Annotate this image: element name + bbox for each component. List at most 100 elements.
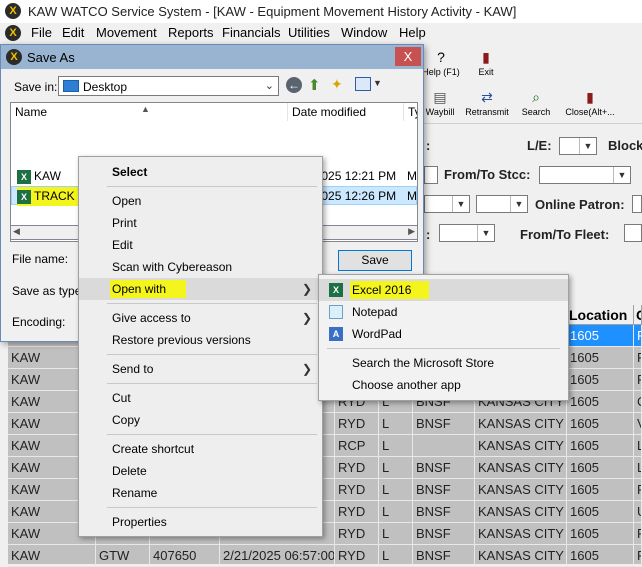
watco-dialog-icon: X (6, 49, 22, 65)
dialog-title: Save As (27, 50, 75, 65)
dialog-title-bar: X Save As X (1, 45, 423, 69)
menu-item-edit[interactable]: Edit (79, 234, 322, 256)
table-cell: F (634, 523, 642, 545)
scroll-right-icon[interactable]: ▶ (408, 226, 415, 237)
table-cell: 1605 (567, 457, 634, 479)
chevron-down-icon: ▼ (510, 196, 527, 212)
close-button[interactable]: ▮ Close(Alt+... (560, 89, 620, 117)
new-folder-icon[interactable]: ✦ (331, 76, 343, 93)
menu-item-print[interactable]: Print (79, 212, 322, 234)
from-to-stcc-combo[interactable]: ▼ (539, 166, 631, 184)
waybill-icon: ▤ (433, 89, 447, 105)
menu-reports[interactable]: Reports (168, 25, 214, 40)
menu-separator (327, 348, 560, 349)
watco-menu-icon[interactable]: X (5, 25, 21, 41)
save-in-value: Desktop (83, 80, 128, 94)
menu-item-rename[interactable]: Rename (79, 482, 322, 504)
close-door-icon: ▮ (586, 89, 594, 105)
chevron-down-icon: ▼ (579, 138, 596, 154)
exit-button[interactable]: ▮ Exit (468, 49, 504, 77)
table-cell: KANSAS CITY (475, 479, 567, 501)
save-button[interactable]: Save (338, 250, 412, 271)
menu-item-notepad[interactable]: Notepad (319, 301, 568, 323)
context-menu: Select Open Print Edit Scan with Cyberea… (78, 156, 323, 537)
table-cell: V (634, 413, 642, 435)
menu-window[interactable]: Window (341, 25, 387, 40)
menu-item-properties[interactable]: Properties (79, 511, 322, 533)
table-cell: RYD (335, 479, 379, 501)
column-type[interactable]: Ty (404, 103, 417, 121)
table-cell: BNSF (413, 523, 475, 545)
waybill-button[interactable]: ▤ Waybill (420, 89, 460, 117)
menu-item-copy[interactable]: Copy (79, 409, 322, 431)
menu-item-select[interactable]: Select (79, 161, 322, 183)
filter-combo-left-1[interactable] (424, 166, 438, 184)
filter-combo-left-3[interactable]: ▼ (439, 224, 495, 242)
from-to-fleet-label: From/To Fleet: (520, 227, 610, 242)
menu-edit[interactable]: Edit (62, 25, 84, 40)
menu-item-choose-another-app[interactable]: Choose another app (319, 374, 568, 396)
table-cell: F (634, 347, 642, 369)
menu-financials[interactable]: Financials (222, 25, 281, 40)
le-label: L/E: (527, 138, 552, 153)
block-label: Block (608, 138, 642, 153)
close-icon[interactable]: X (395, 47, 421, 66)
search-button[interactable]: ⌕ Search (517, 89, 555, 117)
menu-item-open[interactable]: Open (79, 190, 322, 212)
menu-item-open-with[interactable]: Open with ❯ (79, 278, 322, 300)
column-name[interactable]: Name ▲ (11, 103, 288, 121)
scroll-left-icon[interactable]: ◀ (13, 226, 20, 237)
table-cell: BNSF (413, 501, 475, 523)
table-cell: KANSAS CITY (475, 457, 567, 479)
menu-item-create-shortcut[interactable]: Create shortcut (79, 438, 322, 460)
save-in-combo[interactable]: Desktop ⌄ (58, 76, 279, 96)
chevron-right-icon: ❯ (301, 362, 312, 376)
table-cell: RYD (335, 413, 379, 435)
menu-item-delete[interactable]: Delete (79, 460, 322, 482)
retransmit-button[interactable]: ⇄ Retransmit (463, 89, 511, 117)
column-header-c[interactable]: C (634, 305, 642, 325)
chevron-down-icon[interactable]: ▼ (373, 78, 382, 88)
excel-app-icon: X (329, 283, 343, 297)
table-cell: 1605 (567, 523, 634, 545)
menu-item-scan-cybereason[interactable]: Scan with Cybereason (79, 256, 322, 278)
table-cell: 1605 (567, 435, 634, 457)
from-to-fleet-combo[interactable] (624, 224, 642, 242)
menu-item-search-store[interactable]: Search the Microsoft Store (319, 352, 568, 374)
menu-utilities[interactable]: Utilities (288, 25, 330, 40)
table-cell: RYD (335, 457, 379, 479)
filter-combo-middle[interactable]: ▼ (476, 195, 528, 213)
menu-item-give-access[interactable]: Give access to ❯ (79, 307, 322, 329)
up-folder-icon[interactable]: ⬆ (308, 76, 321, 94)
chevron-down-icon: ▼ (613, 167, 630, 183)
menu-file[interactable]: File (31, 25, 52, 40)
back-icon[interactable]: ← (286, 77, 302, 93)
menu-item-restore-versions[interactable]: Restore previous versions (79, 329, 322, 351)
menu-item-wordpad[interactable]: A WordPad (319, 323, 568, 345)
online-patron-combo[interactable] (632, 195, 642, 213)
table-cell: 1605 (567, 325, 634, 347)
column-date-modified[interactable]: Date modified (288, 103, 404, 121)
view-menu-icon[interactable] (355, 77, 371, 91)
table-cell: L (634, 457, 642, 479)
excel-file-icon: X (17, 169, 31, 184)
desktop-icon (63, 80, 79, 92)
menu-help[interactable]: Help (399, 25, 426, 40)
filter-colon-2: : (426, 227, 431, 242)
table-cell: RYD (335, 501, 379, 523)
le-combo[interactable]: ▼ (559, 137, 597, 155)
filter-combo-left-2[interactable]: ▼ (424, 195, 470, 213)
table-cell: BNSF (413, 457, 475, 479)
table-cell: KANSAS CITY (475, 523, 567, 545)
table-cell: 1605 (567, 347, 634, 369)
menu-movement[interactable]: Movement (96, 25, 157, 40)
table-cell: RYD (335, 523, 379, 545)
table-cell: KANSAS CITY (475, 435, 567, 457)
filter-colon-1: : (426, 138, 431, 153)
menu-item-send-to[interactable]: Send to ❯ (79, 358, 322, 380)
menu-item-excel-2016[interactable]: X Excel 2016 (319, 279, 568, 301)
table-cell: F (634, 325, 642, 347)
menu-separator (107, 303, 317, 304)
column-header-location[interactable]: Location (567, 305, 634, 325)
menu-item-cut[interactable]: Cut (79, 387, 322, 409)
